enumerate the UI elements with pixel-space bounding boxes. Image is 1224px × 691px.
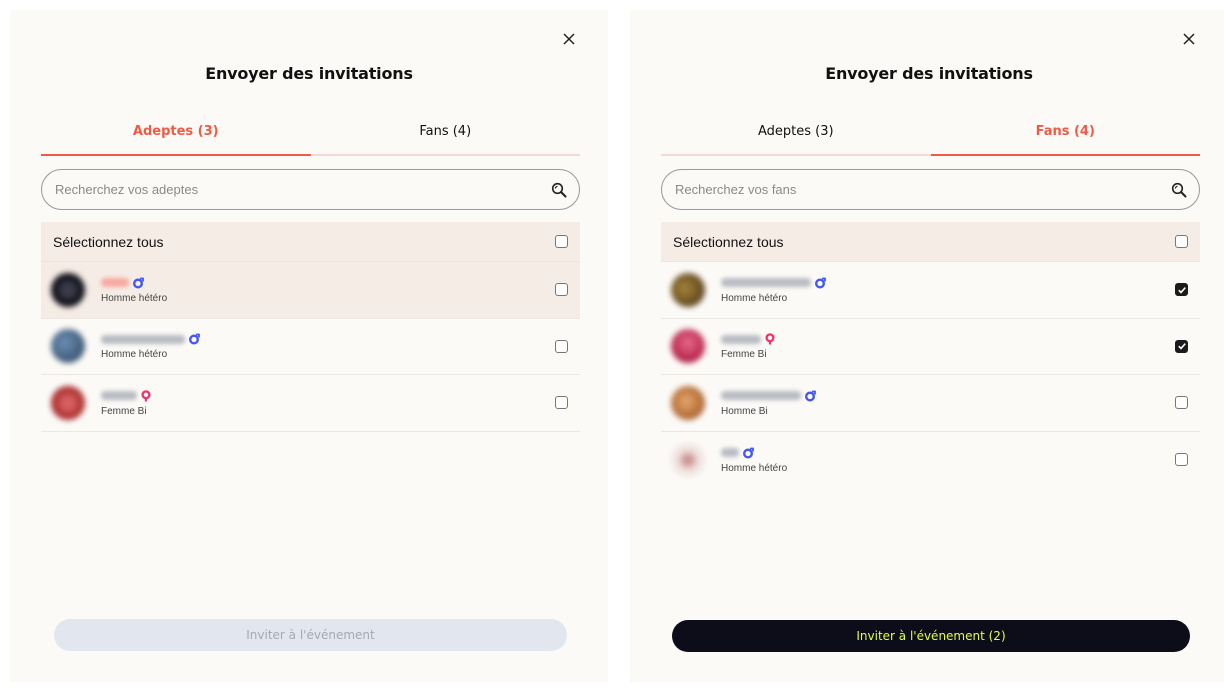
invite-modal-fans: Envoyer des invitations Adeptes (3) Fans… bbox=[630, 10, 1224, 682]
invite-button[interactable]: Inviter à l'événement (2) bbox=[672, 620, 1190, 652]
user-name bbox=[721, 278, 811, 288]
user-name bbox=[101, 391, 137, 401]
user-orientation: Femme Bi bbox=[721, 349, 767, 361]
select-all-label: Sélectionnez tous bbox=[673, 233, 784, 250]
user-name bbox=[101, 278, 129, 288]
female-icon bbox=[765, 333, 775, 345]
list-item[interactable]: Femme Bi bbox=[661, 319, 1200, 375]
user-name bbox=[101, 334, 185, 344]
user-checkbox[interactable] bbox=[555, 339, 568, 353]
user-list: Homme hétéro Homme hétéro Femme Bi bbox=[41, 262, 580, 432]
list-item[interactable]: Homme hétéro bbox=[41, 262, 580, 319]
tab-adeptes[interactable]: Adeptes (3) bbox=[41, 122, 311, 156]
checkmark-icon bbox=[1177, 286, 1186, 294]
user-checkbox[interactable] bbox=[555, 396, 568, 410]
user-orientation: Homme hétéro bbox=[101, 349, 168, 361]
avatar bbox=[671, 272, 705, 307]
user-checkbox[interactable] bbox=[1175, 453, 1188, 467]
close-icon[interactable] bbox=[560, 30, 578, 48]
tab-bar: Adeptes (3) Fans (4) bbox=[661, 122, 1200, 156]
user-orientation: Homme hétéro bbox=[721, 292, 788, 304]
search-icon[interactable] bbox=[551, 182, 567, 198]
list-item[interactable]: Homme hétéro bbox=[41, 319, 580, 375]
user-orientation: Femme Bi bbox=[101, 405, 147, 417]
select-all-checkbox[interactable] bbox=[555, 235, 568, 248]
female-icon bbox=[141, 389, 151, 402]
male-icon bbox=[743, 447, 754, 459]
select-all-row[interactable]: Sélectionnez tous bbox=[661, 222, 1200, 262]
tab-bar: Adeptes (3) Fans (4) bbox=[41, 122, 580, 156]
select-all-checkbox[interactable] bbox=[1175, 235, 1188, 248]
user-orientation: Homme Bi bbox=[721, 405, 768, 417]
user-checkbox[interactable] bbox=[1175, 283, 1188, 297]
invite-button[interactable]: Inviter à l'événement bbox=[54, 619, 567, 651]
search-bar bbox=[661, 169, 1200, 210]
male-icon bbox=[133, 277, 144, 289]
avatar bbox=[671, 329, 705, 364]
male-icon bbox=[815, 277, 826, 289]
list-item[interactable]: Homme hétéro bbox=[661, 262, 1200, 319]
avatar bbox=[51, 385, 85, 420]
user-checkbox[interactable] bbox=[555, 283, 568, 297]
user-orientation: Homme hétéro bbox=[721, 462, 788, 474]
tab-adeptes[interactable]: Adeptes (3) bbox=[661, 122, 931, 154]
list-item[interactable]: Femme Bi bbox=[41, 375, 580, 432]
tab-fans[interactable]: Fans (4) bbox=[311, 122, 581, 154]
user-checkbox[interactable] bbox=[1175, 396, 1188, 410]
search-input[interactable] bbox=[55, 182, 551, 197]
user-list: Homme hétéro Femme Bi Homme Bi Homme hét… bbox=[661, 262, 1200, 488]
select-all-row[interactable]: Sélectionnez tous bbox=[41, 222, 580, 262]
user-name bbox=[721, 448, 739, 458]
user-checkbox[interactable] bbox=[1175, 339, 1188, 353]
user-name bbox=[721, 334, 761, 344]
male-icon bbox=[189, 333, 200, 345]
modal-title: Envoyer des invitations bbox=[205, 64, 413, 83]
list-item[interactable]: Homme Bi bbox=[661, 375, 1200, 432]
list-item[interactable]: Homme hétéro bbox=[661, 432, 1200, 489]
male-icon bbox=[805, 390, 816, 402]
avatar bbox=[671, 442, 705, 477]
search-bar bbox=[41, 169, 580, 210]
search-input[interactable] bbox=[675, 182, 1171, 197]
search-icon[interactable] bbox=[1171, 182, 1187, 198]
select-all-label: Sélectionnez tous bbox=[53, 233, 164, 250]
checkmark-icon bbox=[1177, 343, 1186, 350]
invite-modal-adeptes: Envoyer des invitations Adeptes (3) Fans… bbox=[10, 10, 608, 682]
avatar bbox=[51, 272, 85, 307]
tab-fans[interactable]: Fans (4) bbox=[930, 122, 1201, 156]
close-icon[interactable] bbox=[1180, 30, 1198, 48]
modal-title: Envoyer des invitations bbox=[825, 64, 1033, 83]
avatar bbox=[51, 329, 85, 364]
user-name bbox=[721, 391, 801, 401]
user-orientation: Homme hétéro bbox=[101, 292, 168, 304]
avatar bbox=[671, 385, 705, 420]
